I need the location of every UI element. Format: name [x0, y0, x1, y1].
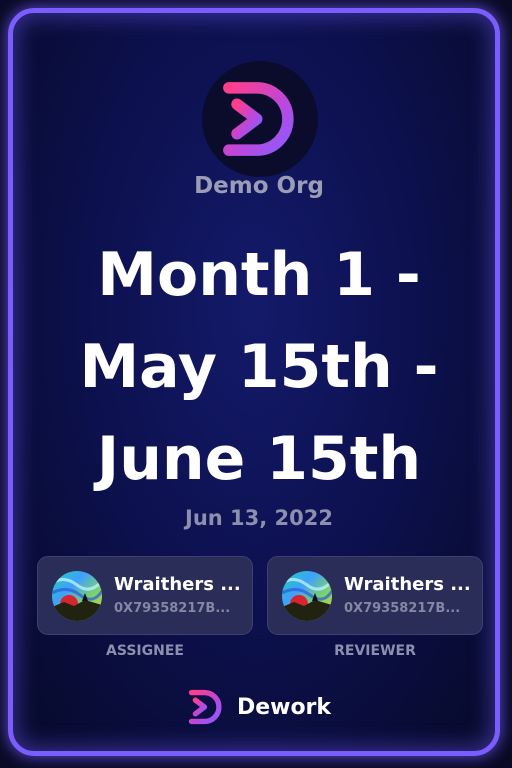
nft-card: Demo Org Month 1 - May 15th - June 15th … [8, 8, 500, 756]
assignee-name: Wraithers ... [114, 574, 241, 595]
footer-brand[interactable]: Dework [13, 687, 505, 727]
org-logo [202, 61, 318, 177]
assignee-role-label: ASSIGNEE [106, 643, 184, 659]
brand-name: Dework [236, 694, 332, 720]
reviewer-card[interactable]: Wraithers ... 0X79358217B... [267, 556, 483, 635]
dework-logo-icon [223, 82, 294, 156]
aurora-avatar-icon [52, 571, 102, 621]
reviewer-address: 0X79358217B... [344, 601, 461, 616]
assignee-address: 0X79358217B... [114, 601, 231, 616]
task-date: Jun 13, 2022 [185, 506, 333, 530]
reviewer-name: Wraithers ... [344, 574, 471, 595]
aurora-avatar-icon [282, 571, 332, 621]
assignee-card[interactable]: Wraithers ... 0X79358217B... [37, 556, 253, 635]
org-name: Demo Org [194, 173, 324, 199]
dework-logo-icon [188, 689, 222, 725]
reviewer-role-label: REVIEWER [334, 643, 416, 659]
task-title: Month 1 - May 15th - June 15th [79, 240, 439, 494]
